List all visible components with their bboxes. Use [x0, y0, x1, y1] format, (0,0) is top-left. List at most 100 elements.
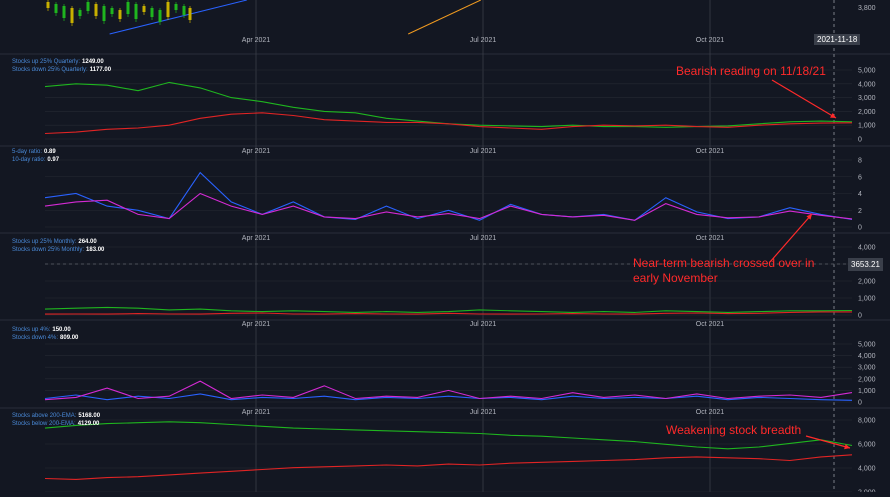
legend-ema200: Stocks above 200-EMA: 5168.00 Stocks belo…: [12, 412, 100, 428]
time-axis-label: Apr 2021: [242, 235, 271, 242]
candle-body: [126, 2, 130, 14]
legend-value: 264.00: [78, 239, 97, 245]
annotation-arrow-weakening: [805, 435, 851, 449]
y-tick-label: 5,000: [858, 68, 876, 75]
y-tick-label: 4,000: [858, 466, 876, 473]
candle-body: [62, 6, 66, 18]
legend-value: 809.00: [60, 335, 79, 341]
y-tick-label: 3,800: [858, 5, 876, 12]
legend-monthly: Stocks up 25% Monthly: 264.00 Stocks down…: [12, 238, 104, 254]
annotation-arrow-bearish: [771, 79, 837, 119]
y-tick-label: 4,000: [858, 353, 876, 360]
y-tick-label: 2,000: [858, 376, 876, 383]
y-tick-label: 0: [858, 313, 862, 320]
candle-body: [94, 4, 98, 16]
y-tick-label: 4: [858, 191, 862, 198]
y-tick-label: 8: [858, 158, 862, 165]
time-axis-label: Oct 2021: [696, 148, 725, 155]
legend-row: Stocks down 25% Quarterly: 1177.00: [12, 66, 111, 74]
legend-row: Stocks up 25% Quarterly: 1249.00: [12, 58, 111, 66]
time-axis-label: Jul 2021: [470, 321, 497, 328]
y-tick-label: 2,000: [858, 279, 876, 286]
legend-row: Stocks above 200-EMA: 5168.00: [12, 412, 100, 420]
candle-body: [70, 8, 74, 23]
legend-value: 1249.00: [82, 59, 104, 65]
legend-label: Stocks below 200-EMA:: [12, 421, 76, 427]
time-axis-label: Apr 2021: [242, 409, 271, 416]
y-tick-label: 8,000: [858, 418, 876, 425]
legend-row: Stocks below 200-EMA: 4129.00: [12, 420, 100, 428]
y-tick-label: 1,000: [858, 123, 876, 130]
series-line-green: [44, 81, 853, 128]
y-tick-label: 2: [858, 208, 862, 215]
legend-row: Stocks down 4%: 809.00: [12, 334, 78, 342]
legend-quarterly: Stocks up 25% Quarterly: 1249.00 Stocks d…: [12, 58, 111, 74]
candle-body: [102, 6, 106, 21]
candle-body: [86, 2, 90, 11]
annotation-near-term: Near-term bearish crossed over in early …: [633, 256, 815, 285]
y-tick-label: 0: [858, 400, 862, 407]
legend-value: 0.89: [44, 149, 56, 155]
series-line-blue: [44, 393, 853, 401]
y-tick-label: 6,000: [858, 442, 876, 449]
legend-value: 1177.00: [89, 67, 112, 73]
candle-body: [134, 4, 138, 19]
annotation-weakening: Weakening stock breadth: [666, 423, 802, 437]
legend-label: Stocks up 4%:: [12, 327, 51, 333]
legend-label: Stocks up 25% Monthly:: [12, 239, 77, 245]
legend-label: 10-day ratio:: [12, 157, 46, 163]
candle-body: [150, 8, 154, 17]
legend-value: 4129.00: [77, 421, 100, 427]
chart-stage: Apr 2021 Jul 2021 Oct 2021 Apr 2021 Jul 2021…: [0, 0, 890, 497]
y-tick-label: 6: [858, 174, 862, 181]
y-tick-label: 5,000: [858, 342, 876, 349]
annotation-arrow-near-term: [769, 213, 813, 263]
price-series-line: [407, 0, 482, 35]
legend-label: 5-day ratio:: [12, 149, 43, 155]
time-axis-label: Apr 2021: [242, 37, 271, 44]
series-line-red: [44, 454, 853, 480]
legend-row: 10-day ratio: 0.97: [12, 156, 59, 164]
series-line-magenta: [44, 192, 853, 221]
y-tick-label: 4,000: [858, 245, 876, 252]
candle-body: [166, 2, 170, 17]
crosshair-date-badge: 2021-11-18: [814, 34, 861, 45]
series-line-red: [44, 112, 853, 135]
legend-ratio: 5-day ratio: 0.89 10-day ratio: 0.97: [12, 148, 59, 164]
legend-row: Stocks down 25% Monthly: 183.00: [12, 246, 104, 254]
y-tick-label: 0: [858, 137, 862, 144]
time-axis-label: Jul 2021: [470, 235, 497, 242]
crosshair-price-badge: 3653.21: [848, 258, 883, 271]
time-axis-label: Oct 2021: [696, 235, 725, 242]
legend-label: Stocks up 25% Quarterly:: [12, 59, 81, 65]
y-tick-label: 3,000: [858, 95, 876, 102]
price-series-line: [109, 0, 247, 35]
candle-body: [174, 4, 178, 10]
y-tick-label: 0: [858, 225, 862, 232]
time-axis-label: Oct 2021: [696, 409, 725, 416]
y-tick-label: 2,000: [858, 109, 876, 116]
legend-value: 150.00: [52, 327, 71, 333]
candle-body: [158, 10, 162, 22]
legend-label: Stocks above 200-EMA:: [12, 413, 77, 419]
legend-value: 0.97: [47, 157, 60, 163]
candle-body: [182, 6, 186, 15]
candle-body: [118, 10, 122, 19]
candle-body: [46, 2, 50, 8]
candle-body: [54, 4, 58, 13]
time-axis-label: Oct 2021: [696, 321, 725, 328]
annotation-bearish: Bearish reading on 11/18/21: [676, 64, 826, 78]
candle-body: [78, 10, 82, 16]
series-line-green: [44, 306, 853, 313]
legend-row: Stocks up 25% Monthly: 264.00: [12, 238, 104, 246]
y-tick-label: 1,000: [858, 296, 876, 303]
time-axis-label: Jul 2021: [470, 409, 497, 416]
legend-row: Stocks up 4%: 150.00: [12, 326, 78, 334]
time-axis-label: Jul 2021: [470, 148, 497, 155]
candle-body: [110, 8, 114, 14]
candle-body: [188, 8, 192, 20]
time-axis-label: Jul 2021: [470, 37, 497, 44]
legend-row: 5-day ratio: 0.89: [12, 148, 59, 156]
legend-value: 183.00: [86, 247, 105, 253]
legend-label: Stocks down 4%:: [12, 335, 59, 341]
